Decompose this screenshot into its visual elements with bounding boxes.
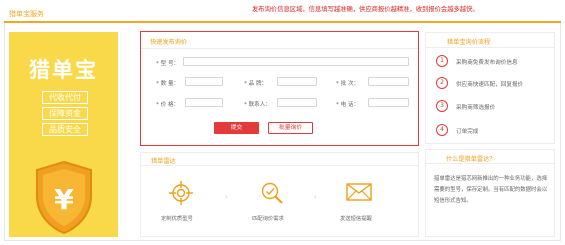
quick-inquiry-form: 快速发布询价 * 型 号： * 数 量： * 品 牌： * 批 次： * 价 格… [140,31,419,146]
form-title: 快速发布询价 [150,39,188,46]
form-header: 快速发布询价 [141,32,418,49]
chevron-right-icon: › [314,193,317,201]
annotation-note: 发布询价信息区域，信息填写越准确，供应商报价越精准，收到报价会越多越快。 [252,6,479,13]
process-title: 猎单宝询价流程 [447,39,491,46]
quantity-label: * 数 量： [156,81,180,87]
phone-label: * 电 话： [336,102,360,108]
banner-title: 猎单宝 [29,57,98,82]
page-title: 猎单宝服务 [9,10,44,18]
shield-symbol: ¥ [54,183,74,216]
shield-icon: ¥ [36,160,92,235]
radar-item-label: 发送短信提醒 [340,216,372,222]
step-text: 采购商筛选报价 [456,105,496,111]
magnifier-icon [261,182,283,204]
brand-label: * 品 牌： [244,81,268,87]
chevron-right-icon: › [225,193,228,201]
batch-inquiry-button[interactable]: 批量询价 [268,122,313,134]
process-header: 猎单宝询价流程 [426,33,554,48]
contact-label: * 联系人： [244,102,271,108]
price-label: * 价 格： [156,102,180,108]
step-text: 供应商快速匹配，回复报价 [456,82,524,88]
step-text: 订单完成 [456,129,479,135]
step-number: 1 [436,55,448,67]
step-number: 3 [436,100,448,112]
step-number: 4 [436,124,448,136]
whatis-title: 什么是猎单雷达？ [446,156,496,163]
radar-title: 猎单雷达 [151,158,176,165]
radar-item-label: 定制优质型号 [161,216,193,222]
banner-tag: 代收代付 [42,91,88,104]
what-is-radar-panel: 什么是猎单雷达？ 猎单雷达是猎芯网新推出的一种业务功能，选择需要的型号，保存定制… [425,149,555,237]
radar-item-label: 匹配询价需求 [252,216,284,222]
whatis-header: 什么是猎单雷达？ [426,150,554,164]
envelope-icon [346,183,372,201]
step-number: 2 [436,77,448,89]
crosshair-icon [169,181,193,205]
whatis-description: 猎单雷达是猎芯网新推出的一种业务功能，选择需要的型号，保存定制。当有匹配的数据时… [434,176,548,204]
quantity-input[interactable] [185,77,223,86]
batch-label: * 批 次： [336,81,360,87]
radar-header: 猎单雷达 [141,153,418,166]
banner-tag: 品质安全 [42,123,88,136]
phone-input[interactable] [368,98,409,107]
brand-input[interactable] [277,77,317,86]
contact-input[interactable] [277,98,317,107]
banner-tag: 保障资金 [42,107,88,120]
model-input[interactable] [183,57,409,66]
radar-panel: 猎单雷达 定制优质型号 › 匹配询价需求 › 发送短信提醒 [140,152,419,237]
model-label: * 型 号： [156,61,180,67]
price-input[interactable] [185,98,223,107]
promo-banner: 猎单宝 代收代付 保障资金 品质安全 ¥ [9,32,118,237]
submit-button[interactable]: 提交 [214,122,259,134]
step-text: 采购商免费发布询价信息 [456,60,518,66]
inquiry-process-panel: 猎单宝询价流程 1 采购商免费发布询价信息 2 供应商快速匹配，回复报价 3 采… [425,32,555,144]
batch-input[interactable] [368,77,409,86]
